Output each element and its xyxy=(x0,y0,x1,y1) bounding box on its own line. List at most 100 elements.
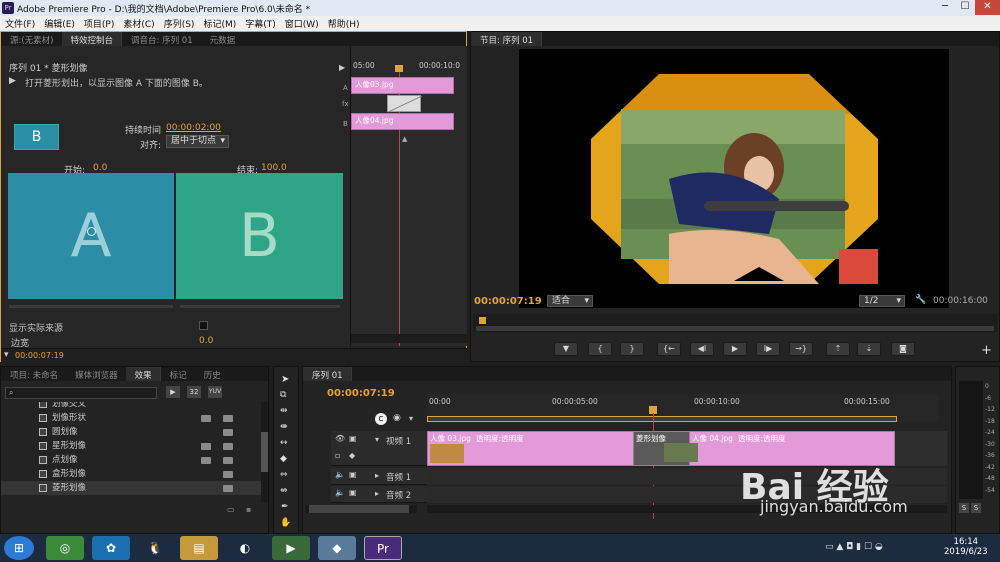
minimize-button[interactable]: ─ xyxy=(935,0,955,15)
tab-program[interactable]: 节目: 序列 01 xyxy=(471,32,543,46)
snap-icon[interactable]: C xyxy=(375,413,387,425)
clock[interactable]: 16:14 2019/6/23 xyxy=(944,537,988,557)
extract-button[interactable]: ⇣ xyxy=(857,342,881,356)
tab-history[interactable]: 历史 xyxy=(195,367,229,381)
file-explorer-icon[interactable]: ▤ xyxy=(180,536,218,560)
go-to-in-button[interactable]: {← xyxy=(657,342,681,356)
align-dropdown[interactable]: 居中于切点 ▾ xyxy=(166,135,229,148)
close-window-button[interactable]: ✕ xyxy=(975,0,1000,15)
list-item[interactable]: 点划像 xyxy=(1,453,263,467)
play-preview-icon[interactable]: ▶ xyxy=(9,76,16,86)
collapse-arrow-icon[interactable]: ▸ xyxy=(375,471,379,480)
resolution-dropdown[interactable]: 1/2 ▾ xyxy=(859,295,905,307)
tab-effects[interactable]: 效果 xyxy=(125,367,161,381)
step-back-button[interactable]: ◀I xyxy=(690,342,714,356)
solo-right-button[interactable]: S xyxy=(971,503,981,513)
delete-icon[interactable]: ▪ xyxy=(246,505,251,514)
menu-sequence[interactable]: 序列(S) xyxy=(159,16,199,30)
tab-markers[interactable]: 标记 xyxy=(161,367,195,381)
effects-search-input[interactable]: ⌕ xyxy=(5,387,157,399)
timeline-timecode[interactable]: 00:00:07:19 xyxy=(327,388,395,399)
fit-dropdown[interactable]: 适合 ▾ xyxy=(547,295,593,307)
border-width-value[interactable]: 0.0 xyxy=(199,336,213,346)
menu-help[interactable]: 帮助(H) xyxy=(323,16,364,30)
slide-tool-icon[interactable]: ⇎ xyxy=(280,486,288,496)
eye-icon[interactable]: 👁 xyxy=(335,434,345,443)
menu-clip[interactable]: 素材(C) xyxy=(118,16,158,30)
program-timecode[interactable]: 00:00:07:19 xyxy=(474,296,542,307)
menu-title[interactable]: 字幕(T) xyxy=(240,16,280,30)
menu-project[interactable]: 项目(P) xyxy=(79,16,118,30)
add-button-icon[interactable]: + xyxy=(981,343,992,358)
list-item[interactable]: 划像交叉 xyxy=(1,402,263,411)
step-forward-button[interactable]: I▶ xyxy=(756,342,780,356)
taskbar-app-icon[interactable]: ◎ xyxy=(46,536,84,560)
mini-clip-a[interactable]: 人像03.jpg xyxy=(351,77,454,94)
collapse-arrow-icon[interactable]: ▸ xyxy=(375,489,379,498)
taskbar-app-icon[interactable]: ✿ xyxy=(92,536,130,560)
mark-out-button[interactable]: } xyxy=(620,342,644,356)
mini-clip-b[interactable]: 人像04.jpg xyxy=(351,113,454,130)
menu-file[interactable]: 文件(F) xyxy=(0,16,39,30)
effect-controls-timecode[interactable]: 00:00:07:19 xyxy=(15,351,64,360)
rate-stretch-tool-icon[interactable]: ↔ xyxy=(280,438,288,448)
yuv-filter-icon[interactable]: YUV xyxy=(208,386,222,398)
selection-tool-icon[interactable]: ➤ xyxy=(281,374,289,385)
tab-media-browser[interactable]: 媒体浏览器 xyxy=(66,367,126,381)
premiere-taskbar-icon[interactable]: Pr xyxy=(364,536,402,560)
tab-source[interactable]: 源:(无素材) xyxy=(1,32,62,46)
slip-tool-icon[interactable]: ⇔ xyxy=(280,470,288,480)
clip-portrait-03[interactable]: 人像 03.jpg 透明度:透明度 xyxy=(427,431,663,466)
speaker-icon[interactable]: 🔈 xyxy=(335,488,345,497)
speaker-icon[interactable]: 🔈 xyxy=(335,470,345,479)
start-slider[interactable] xyxy=(9,305,173,308)
mini-scrollbar[interactable] xyxy=(351,334,468,343)
mini-playhead-marker[interactable] xyxy=(395,65,403,72)
end-slider[interactable] xyxy=(180,305,340,308)
list-item[interactable]: 圆划像 xyxy=(1,425,263,439)
mark-in-button[interactable]: { xyxy=(588,342,612,356)
collapse-arrow-icon[interactable]: ▶ xyxy=(339,63,345,72)
pen-tool-icon[interactable]: ✒ xyxy=(281,502,289,512)
list-item[interactable]: 划像形状 xyxy=(1,411,263,425)
timeline-ruler[interactable]: 00:00 00:00:05:00 00:00:10:00 00:00:15:0… xyxy=(427,394,939,422)
list-item-selected[interactable]: 菱形划像 xyxy=(1,481,263,495)
start-button[interactable]: ⊞ xyxy=(4,536,34,560)
effects-scrollbar[interactable] xyxy=(261,402,268,502)
menu-edit[interactable]: 编辑(E) xyxy=(39,16,79,30)
razor-tool-icon[interactable]: ◆ xyxy=(280,454,287,464)
mini-transition-block[interactable] xyxy=(387,95,423,113)
accelerated-filter-icon[interactable]: ▶ xyxy=(166,386,180,398)
maximize-button[interactable]: ☐ xyxy=(955,0,975,15)
play-button[interactable]: ▶ xyxy=(723,342,747,356)
hand-tool-icon[interactable]: ✋ xyxy=(280,518,291,528)
program-scrubber[interactable] xyxy=(473,314,997,332)
tray-icons[interactable]: ▭ ▲ ◘ ▮ ☐ ◒ xyxy=(825,542,883,552)
tab-sequence-01[interactable]: 序列 01 xyxy=(303,367,352,381)
keyframe-diamond-icon[interactable]: ◆ xyxy=(349,451,355,460)
film-icon[interactable]: ▣ xyxy=(349,434,357,443)
wrench-icon[interactable]: 🔧 xyxy=(915,295,926,305)
firefox-icon[interactable]: ◐ xyxy=(226,536,264,560)
track-select-tool-icon[interactable]: ⧉ xyxy=(280,390,286,400)
32bit-filter-icon[interactable]: 32 xyxy=(187,386,201,398)
export-frame-button[interactable]: ◙ xyxy=(891,342,915,356)
go-to-out-button[interactable]: →} xyxy=(789,342,813,356)
duration-value[interactable]: 00:00:02:00 xyxy=(166,123,221,133)
add-marker-icon[interactable]: ▾ xyxy=(409,414,413,423)
qq-icon[interactable]: 🐧 xyxy=(136,536,174,560)
set-encore-marker-icon[interactable]: ◉ xyxy=(393,413,401,423)
rolling-edit-tool-icon[interactable]: ⇼ xyxy=(280,422,288,432)
audio-film-icon[interactable]: ▣ xyxy=(349,488,357,497)
ripple-edit-tool-icon[interactable]: ⇹ xyxy=(280,406,288,416)
new-bin-icon[interactable]: ▭ xyxy=(227,505,235,514)
expand-arrow-icon[interactable]: ▾ xyxy=(375,435,379,444)
tab-project[interactable]: 项目: 未命名 xyxy=(1,367,66,381)
audio-film-icon[interactable]: ▣ xyxy=(349,470,357,479)
tab-effect-controls[interactable]: 特效控制台 xyxy=(61,32,123,46)
work-area-bar[interactable] xyxy=(427,416,897,422)
timeline-zoom-scrollbar[interactable] xyxy=(305,505,417,513)
center-point-handle[interactable] xyxy=(87,227,96,236)
solo-left-button[interactable]: S xyxy=(959,503,969,513)
start-value[interactable]: 0.0 xyxy=(93,163,107,173)
